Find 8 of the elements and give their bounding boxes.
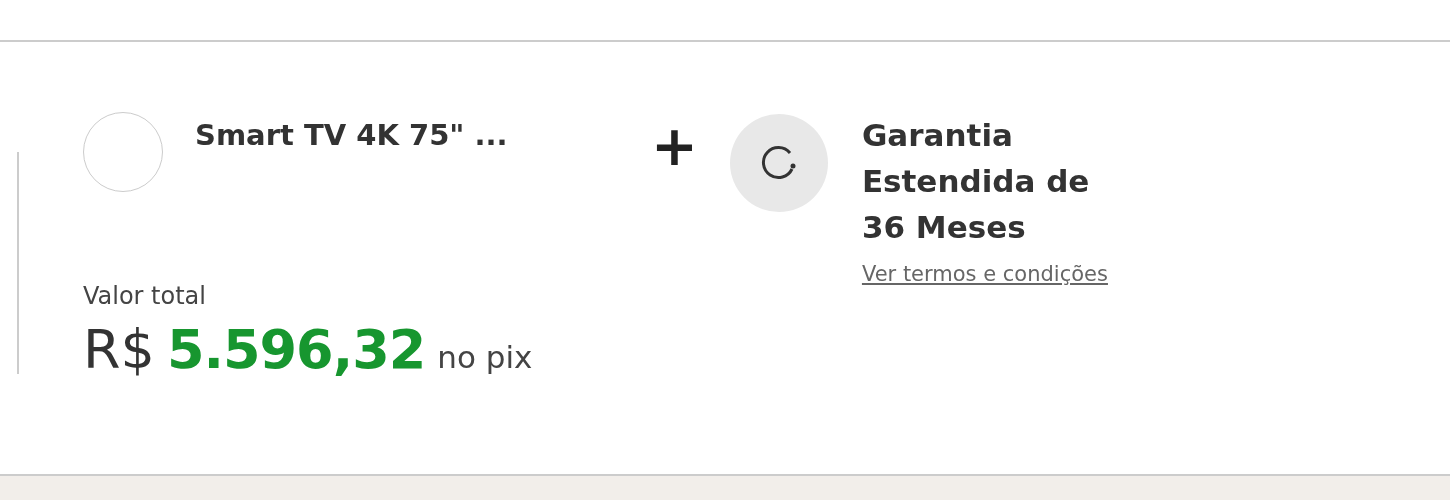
- plus-sign: +: [651, 118, 698, 174]
- payment-method-note: no pix: [437, 339, 533, 375]
- price-amount: 5.596,32: [166, 318, 426, 381]
- warranty-title: Garantia Estendida de 36 Meses: [861, 116, 1091, 247]
- total-label: Valor total: [83, 282, 207, 310]
- terms-link[interactable]: Ver termos e condições: [861, 262, 1142, 286]
- currency-symbol: R$: [83, 318, 155, 381]
- product-title: Smart TV 4K 75" ...: [195, 118, 508, 152]
